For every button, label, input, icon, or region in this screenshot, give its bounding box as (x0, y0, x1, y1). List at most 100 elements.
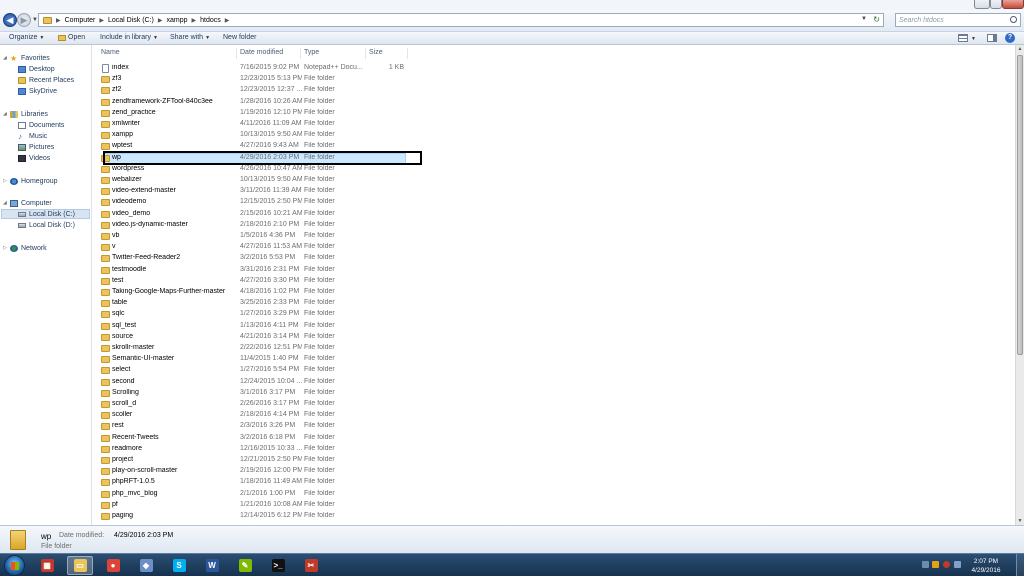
vertical-scrollbar[interactable]: ▲ ▼ (1015, 45, 1024, 525)
open-button[interactable]: Open (58, 34, 85, 41)
back-button[interactable]: ◀ (3, 13, 17, 27)
start-button[interactable] (4, 555, 25, 576)
collapse-icon[interactable]: ◢ (3, 200, 7, 206)
table-row[interactable]: video-extend-master 3/11/2016 11:39 AM Fil… (93, 186, 1015, 197)
table-row[interactable]: rest 2/3/2016 3:26 PM File folder (93, 421, 1015, 432)
chevron-right-icon[interactable]: ▶ (158, 17, 163, 24)
chevron-right-icon[interactable]: ▶ (225, 17, 230, 24)
chevron-right-icon[interactable]: ▶ (56, 17, 61, 24)
show-desktop-button[interactable] (1016, 554, 1024, 576)
collapse-icon[interactable]: ◢ (3, 55, 7, 61)
table-row[interactable]: source 4/21/2016 3:14 PM File folder (93, 332, 1015, 343)
sidebar-item-recent-places[interactable]: Recent Places (18, 75, 74, 85)
sidebar-item-network[interactable]: Network (10, 243, 47, 253)
help-icon[interactable]: ? (1005, 33, 1015, 43)
table-row[interactable]: scoller 2/18/2016 4:14 PM File folder (93, 410, 1015, 421)
breadcrumb-xampp[interactable]: xampp (167, 17, 188, 24)
chevron-right-icon[interactable]: ▶ (192, 17, 197, 24)
address-bar[interactable]: ▶ Computer ▶ Local Disk (C:) ▶ xampp ▶ h… (38, 13, 884, 27)
column-header-date[interactable]: Date modified (240, 49, 283, 56)
table-row[interactable]: Scrolling 3/1/2016 3:17 PM File folder (93, 388, 1015, 399)
breadcrumb-computer[interactable]: Computer (65, 17, 96, 24)
table-row[interactable]: zend_practice 1/19/2016 12:10 PM File fold… (93, 108, 1015, 119)
share-with-button[interactable]: Share with ▼ (170, 34, 210, 41)
table-row[interactable]: php_mvc_blog 2/1/2016 1:00 PM File folder (93, 489, 1015, 500)
column-divider[interactable] (365, 48, 366, 59)
sidebar-item-skydrive[interactable]: SkyDrive (18, 86, 57, 96)
table-row[interactable]: skrollr-master 2/22/2016 12:51 PM File fol… (93, 343, 1015, 354)
refresh-icon[interactable]: ↻ (873, 15, 880, 24)
table-row[interactable]: scroll_d 2/26/2016 3:17 PM File folder (93, 399, 1015, 410)
expand-icon[interactable]: ▷ (3, 245, 7, 251)
table-row[interactable]: paging 12/14/2015 6:12 PM File folder (93, 511, 1015, 522)
column-divider[interactable] (300, 48, 301, 59)
table-row[interactable]: videodemo 12/15/2015 2:50 PM File folder (93, 197, 1015, 208)
sidebar-item-homegroup[interactable]: Homegroup (10, 176, 58, 186)
column-header-name[interactable]: Name (101, 49, 120, 56)
minimize-button[interactable] (974, 0, 990, 9)
tray-network-icon[interactable] (932, 561, 939, 568)
sidebar-item-libraries[interactable]: Libraries (10, 109, 48, 119)
search-input[interactable]: Search htdocs (895, 13, 1021, 27)
table-row[interactable]: zf3 12/23/2015 5:13 PM File folder (93, 74, 1015, 85)
column-divider[interactable] (236, 48, 237, 59)
taskbar-app-button[interactable]: S (166, 556, 192, 575)
new-folder-button[interactable]: New folder (223, 34, 256, 41)
scroll-up-icon[interactable]: ▲ (1016, 45, 1024, 53)
table-row[interactable]: pf 1/21/2016 10:08 AM File folder (93, 500, 1015, 511)
table-row[interactable]: Semantic-UI-master 11/4/2015 1:40 PM File … (93, 354, 1015, 365)
column-divider[interactable] (407, 48, 408, 59)
table-row[interactable]: sql_test 1/13/2016 4:11 PM File folder (93, 321, 1015, 332)
chevron-right-icon[interactable]: ▶ (99, 17, 104, 24)
preview-pane-icon[interactable] (987, 34, 997, 42)
collapse-icon[interactable]: ◢ (3, 111, 7, 117)
table-row[interactable]: play-on-scroll-master 2/19/2016 12:00 PM F… (93, 466, 1015, 477)
close-button[interactable] (1002, 0, 1024, 9)
maximize-button[interactable] (990, 0, 1002, 9)
breadcrumb-htdocs[interactable]: htdocs (200, 17, 221, 24)
table-row[interactable]: video.js-dynamic-master 2/18/2016 2:10 PM… (93, 220, 1015, 231)
table-row[interactable]: xmlwriter 4/11/2016 11:09 AM File folder (93, 119, 1015, 130)
table-row[interactable]: phpRFT-1.0.5 1/18/2016 11:49 AM File folde… (93, 477, 1015, 488)
clock[interactable]: 2:07 PM 4/29/2016 (964, 557, 1008, 575)
sidebar-item-local-disk-d[interactable]: Local Disk (D:) (18, 220, 75, 230)
taskbar-app-button[interactable]: ✂ (298, 556, 324, 575)
table-row[interactable]: select 1/27/2016 5:54 PM File folder (93, 365, 1015, 376)
column-header-size[interactable]: Size (369, 49, 383, 56)
taskbar-app-button[interactable]: >_ (265, 556, 291, 575)
table-row[interactable]: vb 1/5/2016 4:36 PM File folder (93, 231, 1015, 242)
include-in-library-button[interactable]: Include in library ▼ (100, 34, 158, 41)
tray-volume-icon[interactable] (954, 561, 961, 568)
table-row[interactable]: wordpress 4/26/2016 10:47 AM File folder (93, 164, 1015, 175)
table-row[interactable]: second 12/24/2015 10:04 ... File folder (93, 377, 1015, 388)
table-row[interactable]: sqlc 1/27/2016 3:29 PM File folder (93, 309, 1015, 320)
breadcrumb-local-disk[interactable]: Local Disk (C:) (108, 17, 154, 24)
taskbar-app-button[interactable]: ✎ (232, 556, 258, 575)
sidebar-item-videos[interactable]: Videos (18, 153, 50, 163)
taskbar-app-button[interactable]: ▦ (34, 556, 60, 575)
search-icon[interactable] (1010, 16, 1017, 23)
taskbar-app-button[interactable]: ● (100, 556, 126, 575)
table-row[interactable]: readmore 12/16/2015 10:33 ... File folder (93, 444, 1015, 455)
taskbar-app-button[interactable]: ◆ (133, 556, 159, 575)
sidebar-item-documents[interactable]: Documents (18, 120, 64, 130)
forward-button[interactable]: ▶ (17, 13, 31, 27)
taskbar-app-button[interactable]: ▭ (67, 556, 93, 575)
tray-flag-icon[interactable] (922, 561, 929, 568)
table-row[interactable]: Twitter-Feed-Reader2 3/2/2016 5:53 PM File… (93, 253, 1015, 264)
sidebar-item-music[interactable]: ♪ Music (18, 131, 47, 141)
sidebar-item-computer[interactable]: Computer (10, 198, 52, 208)
table-row[interactable]: Recent-Tweets 3/2/2016 6:18 PM File folder (93, 433, 1015, 444)
organize-button[interactable]: Organize ▼ (9, 34, 44, 41)
table-row[interactable]: testmoodle 3/31/2016 2:31 PM File folder (93, 265, 1015, 276)
sidebar-item-favorites[interactable]: ★ Favorites (10, 53, 50, 63)
table-row[interactable]: project 12/21/2015 2:50 PM File folder (93, 455, 1015, 466)
scrollbar-thumb[interactable] (1017, 55, 1023, 355)
sidebar-item-local-disk-c[interactable]: Local Disk (C:) (1, 209, 90, 219)
sidebar-item-desktop[interactable]: Desktop (18, 64, 55, 74)
table-row[interactable]: Taking-Google-Maps-Further-master 4/18/20… (93, 287, 1015, 298)
table-row[interactable]: video_demo 2/15/2016 10:21 AM File folder (93, 209, 1015, 220)
table-row[interactable]: v 4/27/2016 11:53 AM File folder (93, 242, 1015, 253)
table-row[interactable]: table 3/25/2016 2:33 PM File folder (93, 298, 1015, 309)
table-row[interactable]: webalizer 10/13/2015 9:50 AM File folder (93, 175, 1015, 186)
